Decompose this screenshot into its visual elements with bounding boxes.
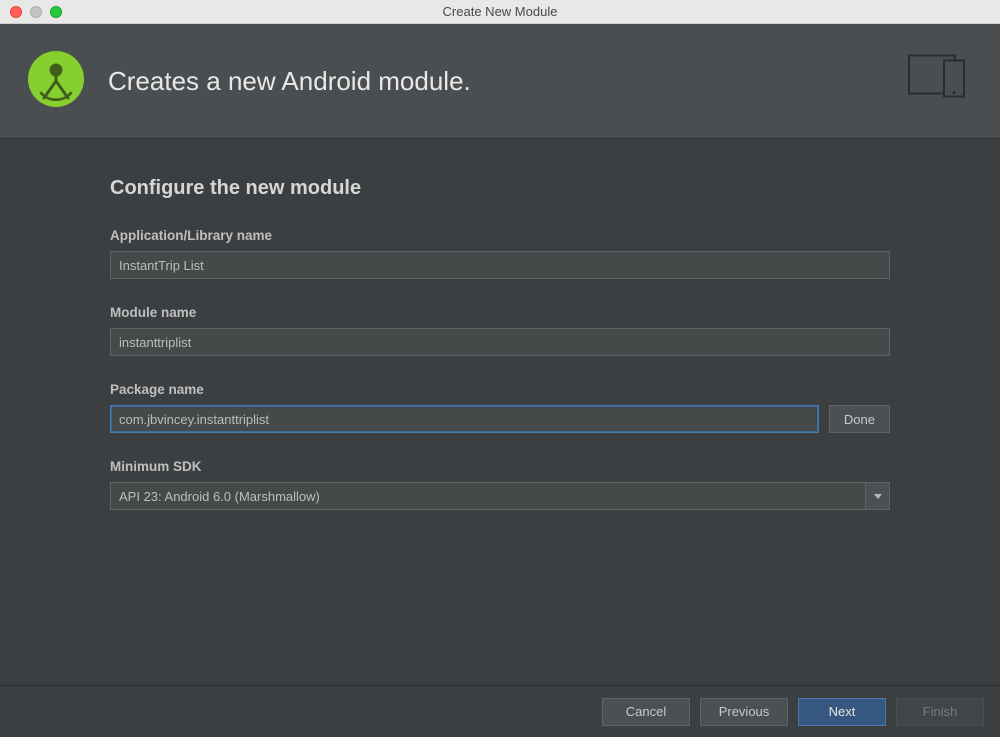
min-sdk-value: API 23: Android 6.0 (Marshmallow) [119, 489, 320, 504]
window-titlebar: Create New Module [0, 0, 1000, 24]
finish-button: Finish [896, 698, 984, 726]
window-title: Create New Module [0, 4, 1000, 19]
next-button[interactable]: Next [798, 698, 886, 726]
app-name-input[interactable] [110, 251, 890, 279]
package-done-button[interactable]: Done [829, 405, 890, 433]
module-name-input[interactable] [110, 328, 890, 356]
package-name-input[interactable] [110, 405, 819, 433]
dialog-banner: Creates a new Android module. [0, 24, 1000, 139]
window-minimize-button[interactable] [30, 6, 42, 18]
min-sdk-select[interactable]: API 23: Android 6.0 (Marshmallow) [110, 482, 890, 510]
chevron-down-icon [865, 483, 889, 509]
min-sdk-label: Minimum SDK [110, 459, 890, 474]
field-group-app-name: Application/Library name [110, 228, 890, 279]
dialog-content: Configure the new module Application/Lib… [0, 139, 1000, 510]
app-name-label: Application/Library name [110, 228, 890, 243]
previous-button[interactable]: Previous [700, 698, 788, 726]
window-controls [0, 6, 62, 18]
device-icon [908, 55, 978, 108]
section-title: Configure the new module [110, 177, 890, 200]
cancel-button[interactable]: Cancel [602, 698, 690, 726]
window-zoom-button[interactable] [50, 6, 62, 18]
window-close-button[interactable] [10, 6, 22, 18]
package-name-label: Package name [110, 382, 890, 397]
android-studio-icon [28, 51, 84, 112]
module-name-label: Module name [110, 305, 890, 320]
dialog-footer: Cancel Previous Next Finish [0, 685, 1000, 737]
field-group-min-sdk: Minimum SDK API 23: Android 6.0 (Marshma… [110, 459, 890, 510]
banner-heading: Creates a new Android module. [108, 66, 471, 97]
field-group-module-name: Module name [110, 305, 890, 356]
field-group-package-name: Package name Done [110, 382, 890, 433]
